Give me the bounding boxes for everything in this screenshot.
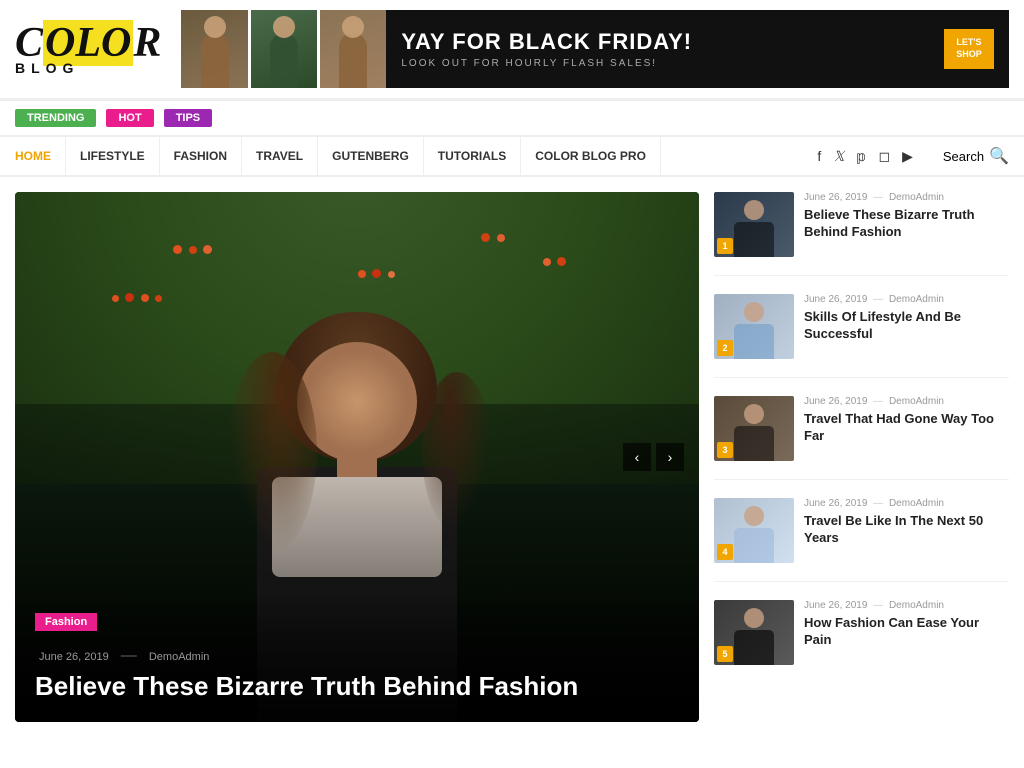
main-navigation: HOME LIFESTYLE FASHION TRAVEL GUTENBERG … [0, 135, 1024, 177]
sidebar-article-5: 5 June 26, 2019 — DemoAdmin How Fashion … [714, 600, 1009, 683]
hero-category-badge[interactable]: Fashion [35, 613, 97, 631]
article-4-date: June 26, 2019 [804, 498, 867, 509]
article-3-author: DemoAdmin [889, 396, 944, 407]
nav-home[interactable]: HOME [15, 137, 66, 175]
sidebar-meta-3: June 26, 2019 — DemoAdmin [804, 396, 1009, 407]
pinterest-icon[interactable]: 𝕡 [857, 148, 867, 165]
sidebar-content-5: June 26, 2019 — DemoAdmin How Fashion Ca… [804, 600, 1009, 665]
sidebar-thumb-3[interactable]: 3 [714, 396, 794, 461]
header: COLOR BLOG [0, 0, 1024, 101]
search-area[interactable]: Search 🔍 [928, 146, 1009, 166]
nav-gutenberg[interactable]: GUTENBERG [318, 137, 424, 175]
thumb-num-1: 1 [717, 238, 733, 254]
article-4-title[interactable]: Travel Be Like In The Next 50 Years [804, 513, 1009, 547]
facebook-icon[interactable]: f [817, 148, 821, 164]
sidebar-meta-4: June 26, 2019 — DemoAdmin [804, 498, 1009, 509]
thumb-num-3: 3 [717, 442, 733, 458]
hero-slider: Fashion June 26, 2019 — DemoAdmin Believ… [15, 192, 699, 722]
article-2-author: DemoAdmin [889, 294, 944, 305]
sidebar-thumb-5[interactable]: 5 [714, 600, 794, 665]
instagram-icon[interactable]: ◻ [878, 148, 890, 165]
article-5-title[interactable]: How Fashion Can Ease Your Pain [804, 615, 1009, 649]
article-2-title[interactable]: Skills Of Lifestyle And Be Successful [804, 309, 1009, 343]
ad-title: YAY FOR BLACK FRIDAY! [401, 29, 944, 55]
search-label: Search [943, 149, 984, 164]
sidebar-article-2: 2 June 26, 2019 — DemoAdmin Skills Of Li… [714, 294, 1009, 378]
search-icon[interactable]: 🔍 [989, 146, 1009, 166]
banner-area: YAY FOR BLACK FRIDAY! LOOK OUT FOR HOURL… [181, 10, 1009, 88]
badge-trending[interactable]: TRENDING [15, 109, 96, 127]
thumb-num-4: 4 [717, 544, 733, 560]
article-1-date: June 26, 2019 [804, 192, 867, 203]
hero-date: June 26, 2019 [39, 651, 109, 663]
sidebar-content-1: June 26, 2019 — DemoAdmin Believe These … [804, 192, 1009, 257]
nav-tutorials[interactable]: TUTORIALS [424, 137, 521, 175]
sidebar-thumb-4[interactable]: 4 [714, 498, 794, 563]
sidebar-article-1: 1 June 26, 2019 — DemoAdmin Believe Thes… [714, 192, 1009, 276]
twitter-icon[interactable]: 𝕏 [833, 148, 844, 165]
thumb-num-2: 2 [717, 340, 733, 356]
sidebar-meta-5: June 26, 2019 — DemoAdmin [804, 600, 1009, 611]
hero-meta: June 26, 2019 — DemoAdmin [35, 647, 679, 665]
article-4-author: DemoAdmin [889, 498, 944, 509]
sidebar-content-3: June 26, 2019 — DemoAdmin Travel That Ha… [804, 396, 1009, 461]
slider-next-button[interactable]: › [656, 443, 684, 471]
thumb-num-5: 5 [717, 646, 733, 662]
site-logo[interactable]: COLOR BLOG [15, 22, 161, 76]
sidebar-thumb-1[interactable]: 1 [714, 192, 794, 257]
hero-author: DemoAdmin [149, 651, 210, 663]
hero-title[interactable]: Believe These Bizarre Truth Behind Fashi… [35, 671, 679, 702]
article-3-title[interactable]: Travel That Had Gone Way Too Far [804, 411, 1009, 445]
nav-colorblogpro[interactable]: COLOR BLOG PRO [521, 137, 661, 175]
nav-travel[interactable]: TRAVEL [242, 137, 318, 175]
article-5-author: DemoAdmin [889, 600, 944, 611]
badge-tips[interactable]: TIPS [164, 109, 212, 127]
sidebar-article-4: 4 June 26, 2019 — DemoAdmin Travel Be Li… [714, 498, 1009, 582]
sidebar-article-3: 3 June 26, 2019 — DemoAdmin Travel That … [714, 396, 1009, 480]
social-icons: f 𝕏 𝕡 ◻ ▶ [802, 148, 928, 165]
slider-prev-button[interactable]: ‹ [623, 443, 651, 471]
sidebar-content-2: June 26, 2019 — DemoAdmin Skills Of Life… [804, 294, 1009, 359]
article-1-author: DemoAdmin [889, 192, 944, 203]
ad-cta-button[interactable]: LET'S SHOP [944, 29, 994, 68]
youtube-icon[interactable]: ▶ [902, 148, 913, 165]
article-1-title[interactable]: Believe These Bizarre Truth Behind Fashi… [804, 207, 1009, 241]
sidebar: 1 June 26, 2019 — DemoAdmin Believe Thes… [699, 192, 1009, 722]
nav-fashion[interactable]: FASHION [160, 137, 242, 175]
badge-hot[interactable]: HOT [106, 109, 153, 127]
sidebar-meta-2: June 26, 2019 — DemoAdmin [804, 294, 1009, 305]
slider-controls: ‹ › [623, 443, 684, 471]
sidebar-thumb-2[interactable]: 2 [714, 294, 794, 359]
main-content: Fashion June 26, 2019 — DemoAdmin Believ… [0, 177, 1024, 737]
sidebar-meta-1: June 26, 2019 — DemoAdmin [804, 192, 1009, 203]
nav-badges: TRENDING HOT TIPS [0, 101, 1024, 135]
nav-lifestyle[interactable]: LIFESTYLE [66, 137, 160, 175]
article-5-date: June 26, 2019 [804, 600, 867, 611]
sidebar-content-4: June 26, 2019 — DemoAdmin Travel Be Like… [804, 498, 1009, 563]
logo-color-text: COLOR [15, 22, 161, 64]
ad-banner[interactable]: YAY FOR BLACK FRIDAY! LOOK OUT FOR HOURL… [386, 10, 1009, 88]
ad-subtitle: LOOK OUT FOR HOURLY FLASH SALES! [401, 58, 944, 69]
article-2-date: June 26, 2019 [804, 294, 867, 305]
hero-overlay: Fashion June 26, 2019 — DemoAdmin Believ… [15, 592, 699, 722]
article-3-date: June 26, 2019 [804, 396, 867, 407]
